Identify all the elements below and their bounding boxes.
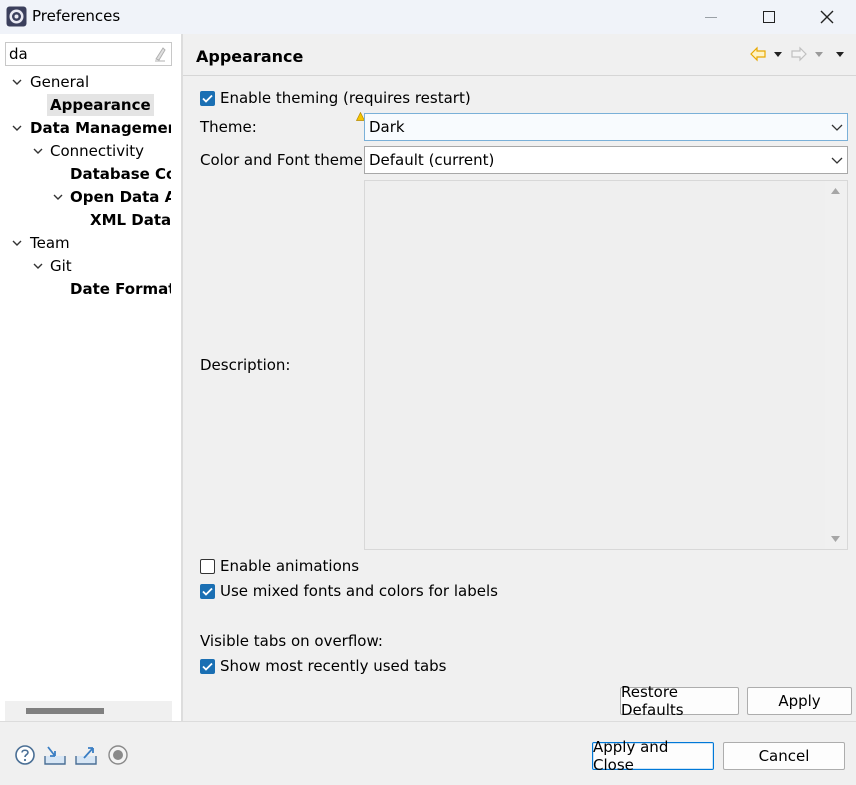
clear-filter-icon[interactable] (153, 46, 167, 62)
view-menu-icon[interactable] (834, 44, 846, 64)
description-label: Description: (200, 356, 291, 374)
maximize-icon (763, 11, 775, 23)
checkbox-checked-icon[interactable] (200, 583, 215, 599)
filter-input[interactable]: da (5, 42, 172, 66)
scroll-up-icon[interactable] (830, 187, 841, 195)
tree-item-team[interactable]: Team (30, 232, 70, 254)
tree-item-date-format[interactable]: Date Format (70, 278, 171, 300)
header-separator (183, 75, 856, 76)
chevron-down-icon[interactable] (11, 232, 23, 254)
tree-item-connectivity[interactable]: Connectivity (50, 140, 144, 162)
tree-item-xml-data-source[interactable]: XML Data S (90, 209, 171, 231)
eclipse-icon (6, 6, 27, 27)
record-icon[interactable] (107, 744, 129, 766)
show-recent-tabs-checkbox[interactable]: Show most recently used tabs (200, 656, 447, 676)
export-icon[interactable] (75, 744, 97, 766)
apply-and-close-button[interactable]: Apply and Close (592, 738, 714, 774)
enable-theming-checkbox[interactable]: Enable theming (requires restart) (200, 88, 471, 108)
visible-tabs-label: Visible tabs on overflow: (200, 632, 383, 650)
scrollbar-thumb[interactable] (26, 708, 104, 714)
restore-defaults-button[interactable]: Restore Defaults (620, 683, 739, 719)
page-title: Appearance (196, 47, 304, 66)
chevron-down-icon[interactable] (32, 140, 44, 162)
chevron-down-icon (831, 124, 843, 131)
theme-label: Theme: (200, 118, 257, 136)
mixed-fonts-checkbox[interactable]: Use mixed fonts and colors for labels (200, 581, 498, 601)
minimize-icon (705, 16, 717, 18)
tree-item-database-connections[interactable]: Database Conn (70, 163, 171, 185)
checkbox-checked-icon[interactable] (200, 658, 215, 674)
filter-text[interactable]: da (9, 45, 28, 63)
tree-item-open-data-access[interactable]: Open Data Acc (70, 186, 171, 208)
theme-value: Dark (369, 118, 405, 136)
forward-arrow-icon[interactable] (791, 44, 807, 64)
tree-item-general[interactable]: General (30, 71, 89, 93)
chevron-down-icon[interactable] (32, 255, 44, 277)
enable-animations-checkbox[interactable]: Enable animations (200, 556, 359, 576)
forward-dropdown-icon[interactable] (813, 44, 825, 64)
apply-button[interactable]: Apply (747, 687, 852, 715)
minimize-button[interactable] (682, 0, 740, 34)
mixed-fonts-label: Use mixed fonts and colors for labels (220, 582, 498, 600)
tree-item-appearance[interactable]: Appearance (47, 94, 154, 116)
chevron-down-icon[interactable] (11, 71, 23, 93)
color-font-theme-select[interactable]: Default (current) (364, 146, 848, 174)
chevron-down-icon[interactable] (11, 117, 23, 139)
description-textarea[interactable] (364, 180, 848, 550)
checkbox-unchecked-icon[interactable] (200, 558, 215, 574)
window-title: Preferences (32, 7, 121, 25)
title-bar: Preferences (0, 0, 856, 34)
back-arrow-icon[interactable] (750, 44, 766, 64)
color-font-theme-value: Default (current) (369, 151, 495, 169)
tree-item-data-management[interactable]: Data Management (30, 117, 171, 139)
scroll-down-icon[interactable] (830, 535, 841, 543)
description-vertical-scrollbar[interactable] (825, 181, 847, 549)
color-font-theme-label: Color and Font theme: (200, 151, 368, 169)
tree-item-git[interactable]: Git (50, 255, 72, 277)
chevron-down-icon (831, 157, 843, 164)
show-recent-tabs-label: Show most recently used tabs (220, 657, 447, 675)
import-icon[interactable] (44, 744, 66, 766)
checkbox-checked-icon[interactable] (200, 90, 215, 106)
help-icon[interactable] (14, 744, 36, 766)
back-dropdown-icon[interactable] (772, 44, 784, 64)
maximize-button[interactable] (740, 0, 798, 34)
theme-select[interactable]: Dark (364, 113, 848, 141)
tree-horizontal-scrollbar[interactable] (5, 701, 172, 721)
cancel-button[interactable]: Cancel (723, 742, 845, 770)
close-icon (820, 10, 834, 24)
enable-animations-label: Enable animations (220, 557, 360, 575)
preference-tree: General Appearance Data Management Conne… (0, 70, 171, 310)
enable-theming-label: Enable theming (requires restart) (220, 89, 471, 107)
chevron-down-icon[interactable] (52, 186, 64, 208)
close-button[interactable] (798, 0, 856, 34)
